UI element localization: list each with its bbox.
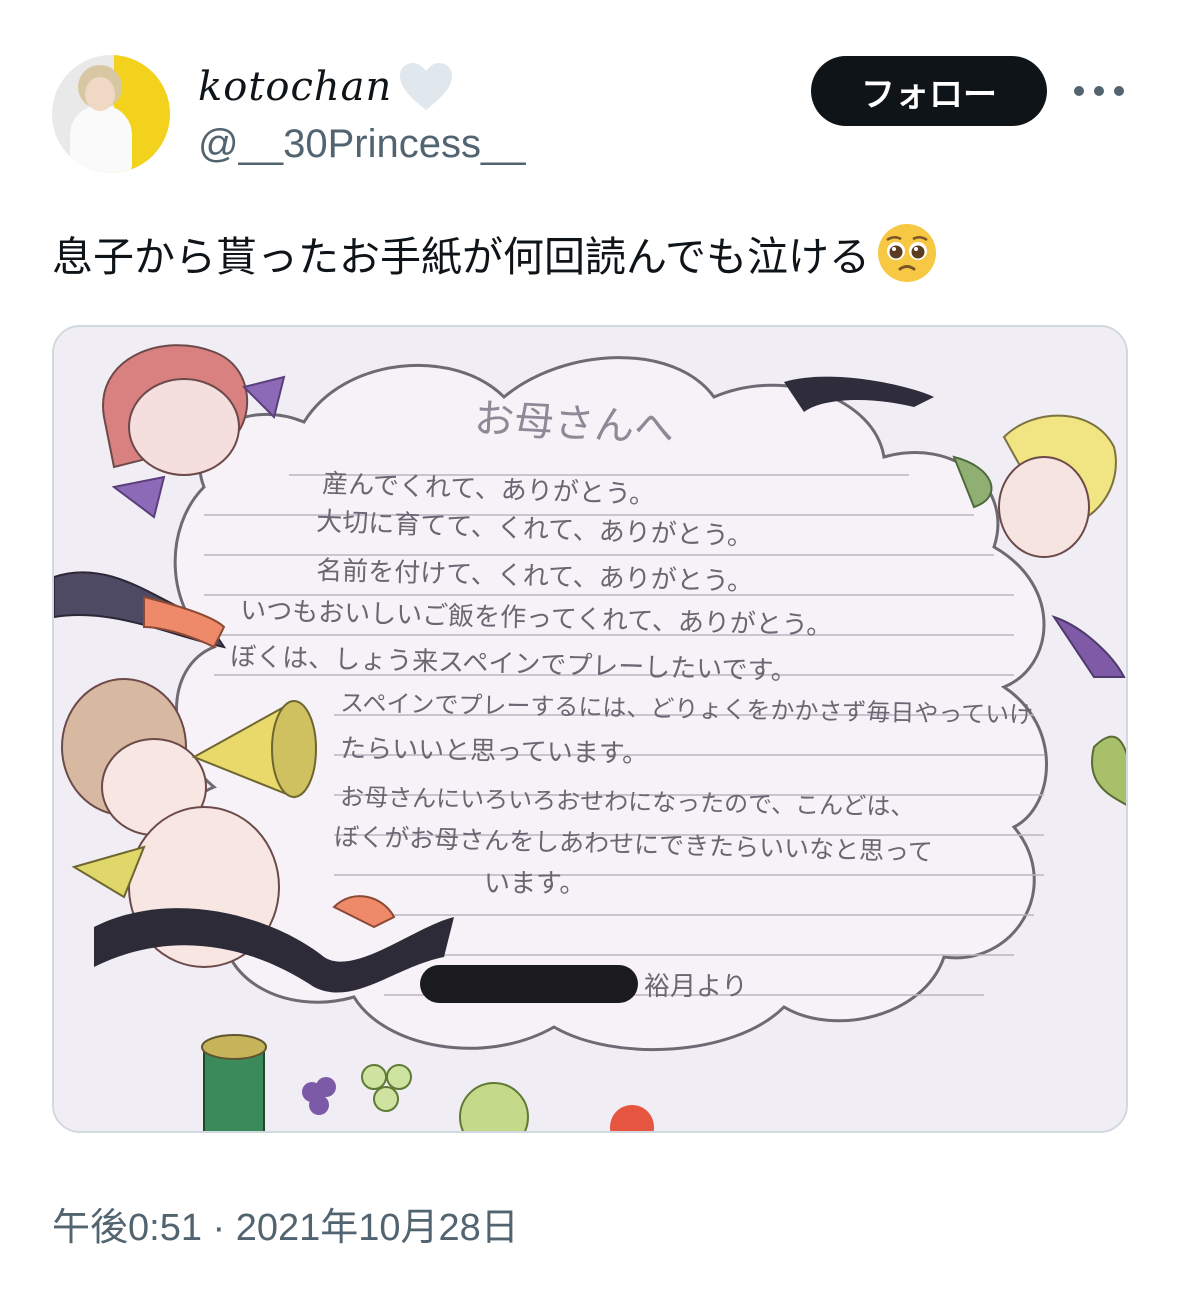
dot xyxy=(1074,86,1084,96)
pleading-face-icon xyxy=(877,224,936,282)
tweet-text-body: 息子から貰ったお手紙が何回読んでも泣ける xyxy=(52,233,870,281)
letter-line-7: たらいいと思っています。 xyxy=(340,734,649,769)
redaction-bar xyxy=(420,965,638,1003)
tweet-timestamp[interactable]: 午後0:51 · 2021年10月28日 xyxy=(52,1196,519,1251)
letter-drawing: お母さんへ 産んでくれて、ありがとう。 大切に育てて、くれて、ありがとう。 名前… xyxy=(54,327,1126,1131)
tweet-photo[interactable]: お母さんへ 産んでくれて、ありがとう。 大切に育てて、くれて、ありがとう。 名前… xyxy=(52,325,1128,1133)
tweet-header: kotochan @__30Princess__ フォロー xyxy=(0,0,1179,190)
display-name-text[interactable]: kotochan xyxy=(198,64,392,110)
more-dots-icon[interactable] xyxy=(1074,76,1124,106)
avatar[interactable] xyxy=(52,55,170,173)
avatar-person xyxy=(70,105,132,173)
display-name[interactable]: kotochan xyxy=(198,60,456,114)
user-handle[interactable]: @__30Princess__ xyxy=(198,122,525,167)
white-heart-icon xyxy=(400,63,453,110)
tweet-text: 息子から貰ったお手紙が何回読んでも泣ける xyxy=(52,222,938,284)
avatar-face xyxy=(85,77,115,111)
letter-signature: 裕月より xyxy=(644,972,747,1002)
follow-button[interactable]: フォロー xyxy=(811,56,1047,126)
letter-line-10: います。 xyxy=(484,869,585,899)
dot xyxy=(1094,86,1104,96)
dot xyxy=(1114,86,1124,96)
